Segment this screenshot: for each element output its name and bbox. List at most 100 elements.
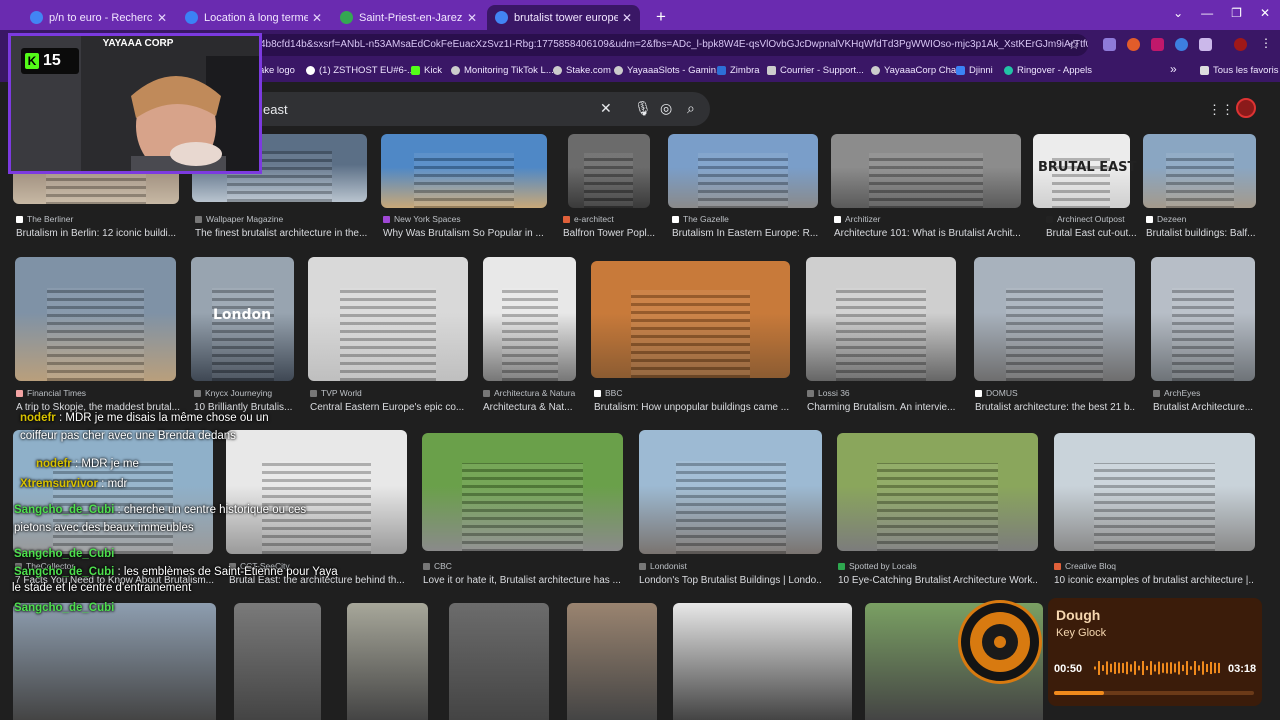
result-source[interactable]: Creative Bloq: [1054, 561, 1116, 571]
close-icon[interactable]: ✕: [312, 11, 322, 25]
bookmark[interactable]: Monitoring TikTok L...: [451, 65, 554, 76]
result-caption[interactable]: Architectura & Nat...: [483, 402, 583, 413]
result-source[interactable]: DOMUS: [975, 388, 1018, 398]
result-thumbnail[interactable]: [567, 603, 657, 720]
result-thumbnail[interactable]: [831, 134, 1021, 208]
bookmark[interactable]: YayaaaCorp Chat: [871, 65, 959, 76]
result-thumbnail[interactable]: [806, 257, 956, 381]
all-bookmarks[interactable]: Tous les favoris: [1200, 65, 1278, 76]
result-source[interactable]: TVP World: [310, 388, 362, 398]
result-caption[interactable]: Charming Brutalism. An intervie...: [807, 402, 957, 413]
result-thumbnail[interactable]: [15, 257, 176, 381]
result-thumbnail[interactable]: [13, 603, 216, 720]
restore-icon[interactable]: ❐: [1231, 6, 1242, 20]
result-caption[interactable]: Brutalism: How unpopular buildings came …: [594, 402, 789, 413]
result-caption[interactable]: Brutalist Architecture...: [1153, 402, 1257, 413]
result-source[interactable]: Knycx Journeying: [194, 388, 272, 398]
result-source[interactable]: Wallpaper Magazine: [195, 214, 283, 224]
microphone-icon[interactable]: 🎙: [634, 100, 652, 117]
result-source[interactable]: BBC: [594, 388, 622, 398]
extension-icon[interactable]: [1151, 38, 1164, 51]
result-thumbnail[interactable]: [568, 134, 650, 208]
result-source[interactable]: New York Spaces: [383, 214, 461, 224]
bookmark[interactable]: Courrier - Support...: [767, 65, 864, 76]
result-thumbnail[interactable]: [381, 134, 547, 208]
result-caption[interactable]: Central Eastern Europe's epic co...: [310, 402, 470, 413]
progress-bar[interactable]: [1054, 691, 1254, 695]
result-thumbnail[interactable]: [1054, 433, 1255, 551]
search-query[interactable]: east: [263, 102, 288, 117]
result-caption[interactable]: The finest brutalist architecture in the…: [195, 228, 370, 239]
result-caption[interactable]: Brutalist buildings: Balf...: [1146, 228, 1259, 239]
result-thumbnail[interactable]: [226, 430, 407, 554]
result-thumbnail[interactable]: [673, 603, 852, 720]
result-source[interactable]: The Gazelle: [672, 214, 729, 224]
result-caption[interactable]: London's Top Brutalist Buildings | Londo…: [639, 575, 822, 586]
result-thumbnail[interactable]: [449, 603, 549, 720]
result-caption[interactable]: Brutal East cut-out...: [1046, 228, 1156, 239]
result-caption[interactable]: Love it or hate it, Brutalist architectu…: [423, 575, 623, 586]
tab-2[interactable]: Saint-Priest-en-Jarez, Auvergne ✕: [332, 5, 485, 30]
bookmark[interactable]: YayaaaSlots - Gamin...: [614, 65, 724, 76]
bookmark[interactable]: Kick: [411, 65, 442, 76]
extensions-puzzle-icon[interactable]: [1199, 38, 1212, 51]
extension-icon[interactable]: [1127, 38, 1140, 51]
result-thumbnail[interactable]: [13, 430, 213, 554]
profile-icon[interactable]: [1234, 38, 1247, 51]
lens-icon[interactable]: ◎: [660, 100, 672, 117]
result-caption[interactable]: Balfron Tower Popl...: [563, 228, 663, 239]
tab-search-icon[interactable]: ⌄: [1173, 6, 1183, 20]
close-icon[interactable]: ✕: [467, 11, 477, 25]
result-source[interactable]: Lossi 36: [807, 388, 850, 398]
result-caption[interactable]: Brutalism in Berlin: 12 iconic buildi...: [16, 228, 186, 239]
bookmark[interactable]: (1) ZSTHOST EU#6-...: [306, 65, 415, 76]
close-icon[interactable]: ✕: [622, 11, 632, 25]
result-source[interactable]: Architectura & Natura: [483, 388, 575, 398]
result-thumbnail[interactable]: [483, 257, 576, 381]
bookmark[interactable]: Ringover - Appels: [1004, 65, 1092, 76]
close-icon[interactable]: ✕: [157, 11, 167, 25]
result-source[interactable]: Londonist: [639, 561, 687, 571]
minimize-icon[interactable]: —: [1201, 6, 1213, 20]
result-caption[interactable]: Brutalist architecture: the best 21 b...: [975, 402, 1136, 413]
address-bar[interactable]: 4b8cfd14b&sxsrf=ANbL-n53AMsaEdCokFeEuacX…: [250, 34, 1088, 56]
result-caption[interactable]: Why Was Brutalism So Popular in ...: [383, 228, 543, 239]
result-thumbnail[interactable]: [974, 257, 1135, 381]
result-caption[interactable]: 10 iconic examples of brutalist architec…: [1054, 575, 1254, 586]
result-caption[interactable]: 10 Eye-Catching Brutalist Architecture W…: [838, 575, 1038, 586]
result-source[interactable]: Architizer: [834, 214, 880, 224]
apps-grid-icon[interactable]: ⋮⋮: [1208, 102, 1234, 118]
result-source[interactable]: Archinect Outpost: [1046, 214, 1125, 224]
result-thumbnail[interactable]: [1143, 134, 1256, 208]
search-icon[interactable]: ⌕: [687, 100, 695, 117]
result-source[interactable]: ArchEyes: [1153, 388, 1200, 398]
result-thumbnail[interactable]: [347, 603, 428, 720]
result-source[interactable]: e-architect: [563, 214, 614, 224]
result-thumbnail[interactable]: [837, 433, 1038, 551]
menu-icon[interactable]: ⋮: [1260, 36, 1273, 50]
clear-icon[interactable]: ✕: [600, 100, 612, 117]
tab-0[interactable]: p/n to euro - Recherche Google ✕: [22, 5, 175, 30]
tab-1[interactable]: Location à long terme Appartem ✕: [177, 5, 330, 30]
bookmark[interactable]: Djinni: [956, 65, 993, 76]
result-source[interactable]: The Berliner: [16, 214, 73, 224]
close-window-icon[interactable]: ✕: [1260, 6, 1270, 20]
result-source[interactable]: Dezeen: [1146, 214, 1186, 224]
result-thumbnail[interactable]: [1151, 257, 1255, 381]
result-thumbnail[interactable]: [639, 430, 822, 554]
more-bookmarks-button[interactable]: »: [1170, 62, 1177, 76]
bookmark[interactable]: Stake.com: [553, 65, 611, 76]
result-source[interactable]: CBC: [423, 561, 452, 571]
result-source[interactable]: Spotted by Locals: [838, 561, 917, 571]
extension-icon[interactable]: [1175, 38, 1188, 51]
result-caption[interactable]: Architecture 101: What is Brutalist Arch…: [834, 228, 1024, 239]
bookmark[interactable]: Zimbra: [717, 65, 760, 76]
result-thumbnail[interactable]: [668, 134, 818, 208]
result-thumbnail[interactable]: [591, 261, 790, 378]
new-tab-button[interactable]: +: [650, 6, 672, 28]
result-caption[interactable]: Brutalism In Eastern Europe: R...: [672, 228, 822, 239]
bookmark-star-icon[interactable]: ☆: [1068, 37, 1080, 53]
result-thumbnail[interactable]: [234, 603, 321, 720]
avatar[interactable]: [1236, 98, 1256, 118]
result-source[interactable]: Financial Times: [16, 388, 86, 398]
